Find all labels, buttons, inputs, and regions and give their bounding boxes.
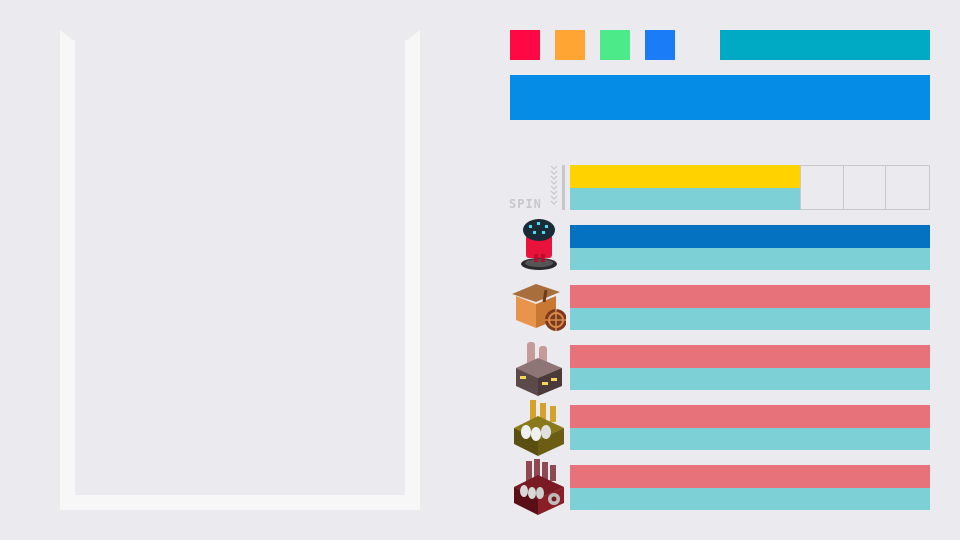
frame-right-wall xyxy=(405,40,420,510)
teal-bar-button[interactable] xyxy=(720,30,930,60)
frame-bottom-wall xyxy=(60,495,420,510)
upgrade-bar-top[interactable] xyxy=(570,465,930,488)
red-factory-icon[interactable] xyxy=(510,459,566,515)
spin-slot xyxy=(843,165,886,210)
upgrade-bar-top[interactable] xyxy=(570,345,930,368)
color-swatch-orange[interactable] xyxy=(555,30,585,60)
upgrade-bar-bottom xyxy=(570,308,930,330)
factory-icon[interactable] xyxy=(510,340,566,396)
workshop-icon[interactable] xyxy=(510,280,566,336)
upgrade-bar-top[interactable] xyxy=(570,285,930,308)
spin-label: SPIN xyxy=(509,197,542,211)
upgrade-bar-top[interactable] xyxy=(570,225,930,248)
robot-icon[interactable] xyxy=(510,216,566,272)
upgrade-bar-bottom xyxy=(570,248,930,270)
upgrade-bar-bottom xyxy=(570,368,930,390)
gold-factory-icon[interactable] xyxy=(510,400,566,456)
spin-progress-fill-secondary xyxy=(570,188,800,210)
blue-banner-button[interactable] xyxy=(510,75,930,120)
spin-slot xyxy=(800,165,844,210)
spin-progress-fill xyxy=(570,165,800,188)
color-swatch-blue[interactable] xyxy=(645,30,675,60)
color-swatch-red[interactable] xyxy=(510,30,540,60)
chevron-down-icon xyxy=(550,165,558,205)
spin-progress-track[interactable] xyxy=(570,165,930,210)
spin-slot xyxy=(886,165,930,210)
upgrade-bar-bottom xyxy=(570,428,930,450)
upgrade-bar-bottom xyxy=(570,488,930,510)
color-swatch-green[interactable] xyxy=(600,30,630,60)
upgrade-bar-top[interactable] xyxy=(570,405,930,428)
frame-left-wall xyxy=(60,40,75,510)
spin-divider xyxy=(562,165,565,210)
